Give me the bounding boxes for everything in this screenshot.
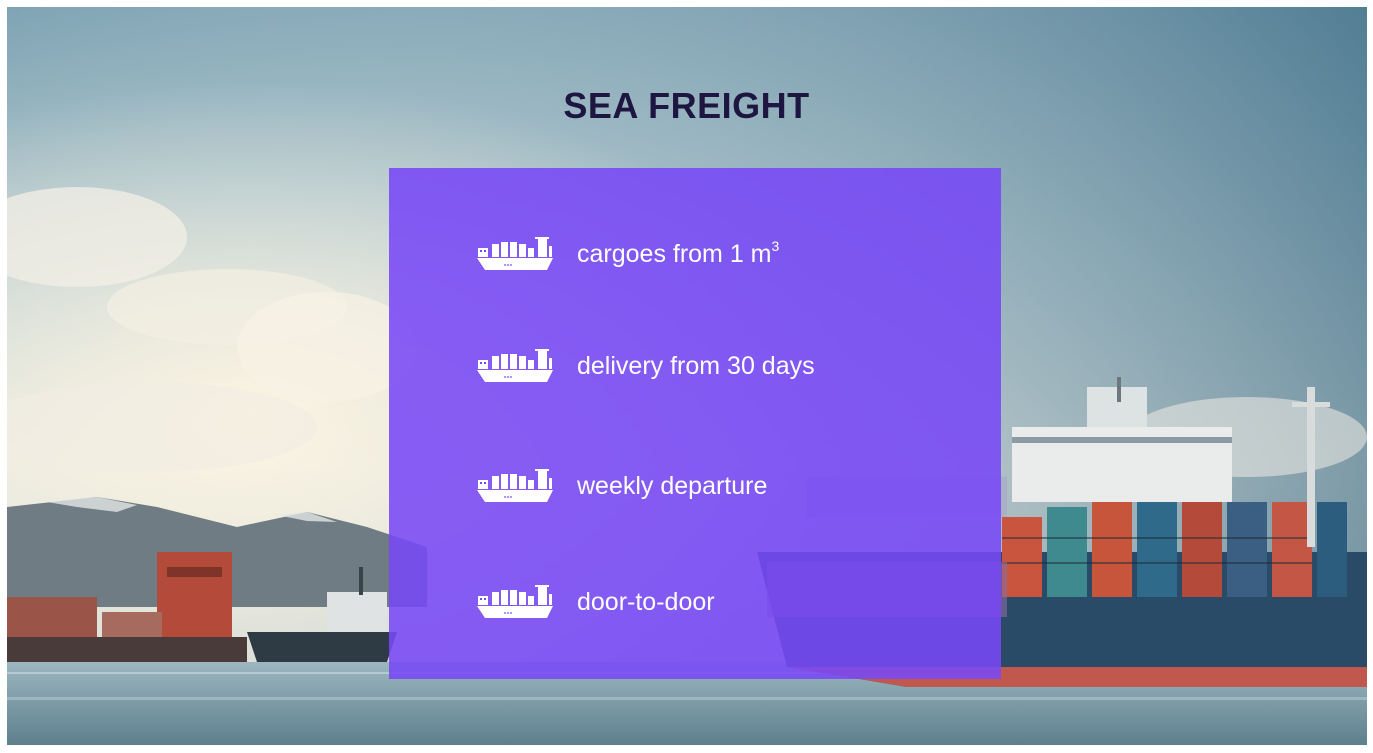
feature-label: delivery from 30 days [577, 351, 815, 380]
cargo-ship-icon [475, 582, 555, 622]
feature-item: delivery from 30 days [475, 346, 815, 386]
cargo-ship-icon [475, 234, 555, 274]
feature-label: cargoes from 1 m3 [577, 237, 780, 268]
feature-item: door-to-door [475, 582, 715, 622]
page-title: SEA FREIGHT [563, 85, 810, 126]
feature-item: cargoes from 1 m3 [475, 234, 779, 274]
feature-item: weekly departure [475, 466, 767, 506]
cargo-ship-icon [475, 466, 555, 506]
feature-label: weekly departure [577, 471, 768, 500]
features-panel: cargoes from 1 m3 delivery from 30 days … [389, 168, 1001, 679]
cargo-ship-icon [475, 346, 555, 386]
feature-label: door-to-door [577, 587, 715, 616]
